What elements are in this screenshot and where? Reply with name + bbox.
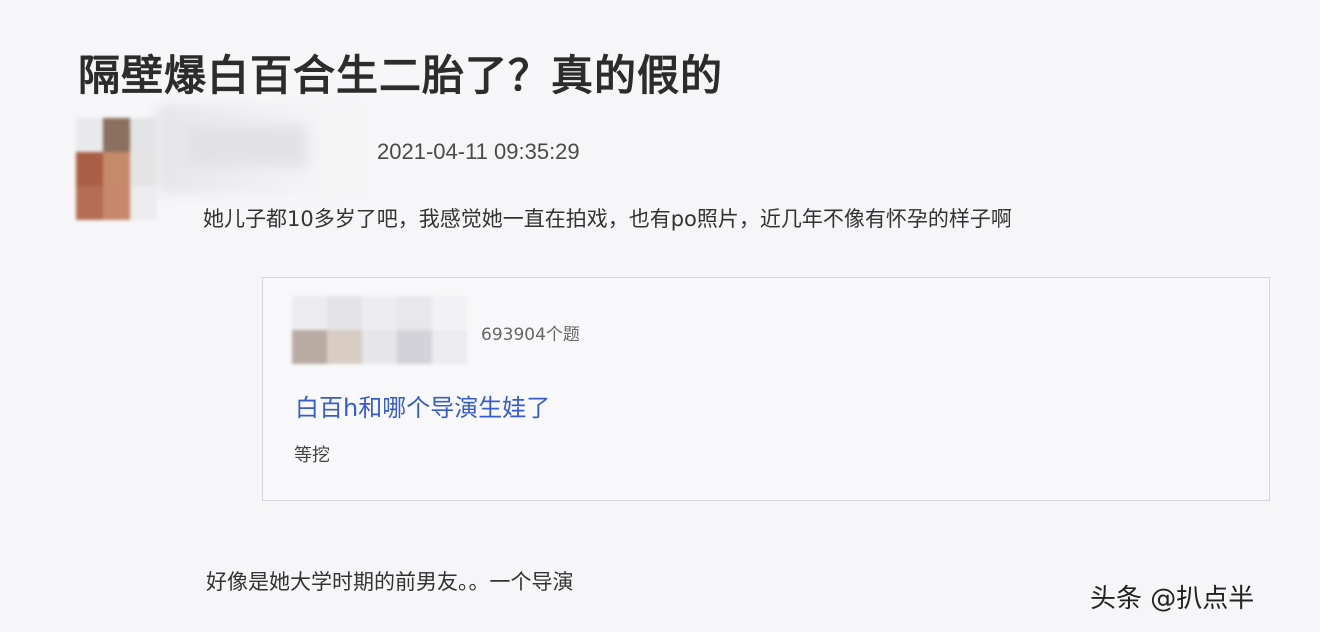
quoted-blurred-avatar xyxy=(292,296,467,364)
blurred-avatar[interactable] xyxy=(76,118,157,222)
quoted-user-id: 693904个题 xyxy=(481,325,580,345)
forum-post-page: 隔壁爆白百合生二胎了？真的假的 2021-04-11 09:35:29 她儿子都… xyxy=(0,0,1320,632)
quoted-post[interactable]: 693904个题 白百h和哪个导演生娃了 等挖 xyxy=(262,277,1270,501)
blurred-username xyxy=(156,104,366,194)
quoted-post-title-link[interactable]: 白百h和哪个导演生娃了 xyxy=(295,388,550,423)
post-body-text: 她儿子都10多岁了吧，我感觉她一直在拍戏，也有po照片，近几年不像有怀孕的样子啊 xyxy=(203,207,1012,231)
reply-text: 好像是她大学时期的前男友。。一个导演 xyxy=(206,570,574,594)
watermark: 头条 @扒点半 xyxy=(1090,584,1255,614)
quoted-post-body: 等挖 xyxy=(294,445,330,466)
post-title[interactable]: 隔壁爆白百合生二胎了？真的假的 xyxy=(78,42,723,103)
post-timestamp: 2021-04-11 09:35:29 xyxy=(377,139,580,164)
